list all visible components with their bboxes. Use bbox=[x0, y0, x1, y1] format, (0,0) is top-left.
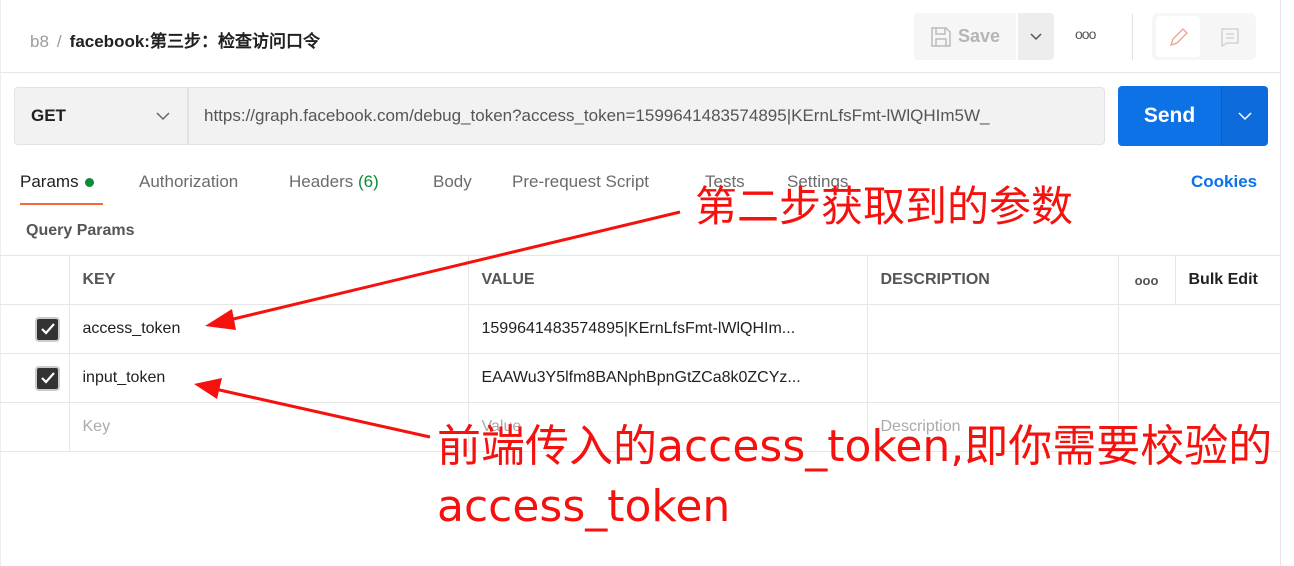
annotation-step2-param: 第二步获取到的参数 bbox=[695, 182, 1074, 231]
annotation-input-token: 前端传入的access_token,即你需要校验的access_token bbox=[437, 421, 1273, 532]
arrow-to-input-token bbox=[194, 378, 431, 439]
arrow-to-access-token bbox=[205, 210, 681, 330]
